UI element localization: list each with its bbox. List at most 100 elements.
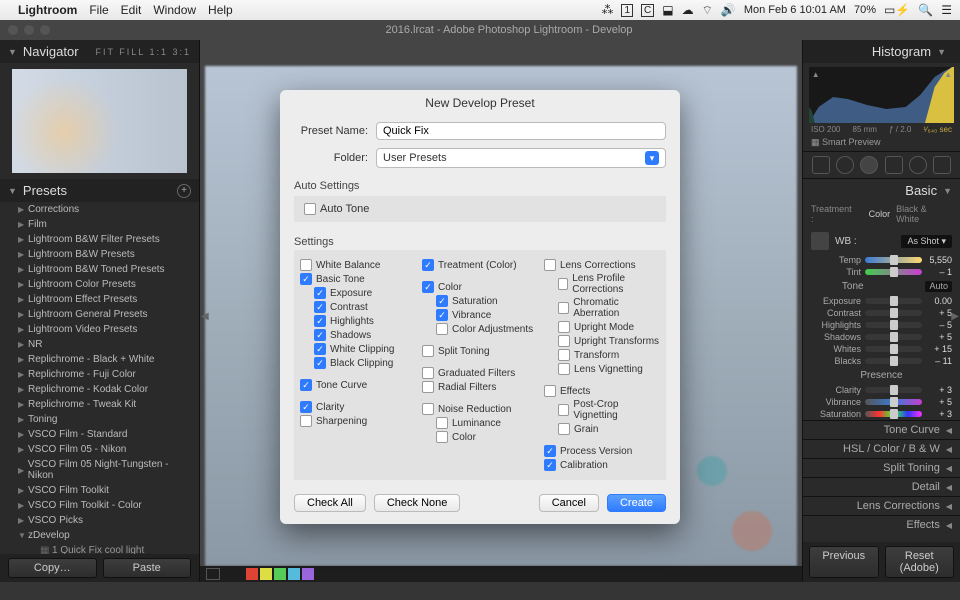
slider-whites[interactable]: Whites+ 15 (803, 343, 960, 355)
preset-folder[interactable]: NR (0, 337, 199, 352)
preset-name-input[interactable] (376, 122, 666, 140)
preset-folder[interactable]: Replichrome - Black + White (0, 352, 199, 367)
slider-track[interactable] (865, 399, 922, 405)
setting-checkbox[interactable]: Sharpening (300, 414, 416, 428)
collapsed-panel[interactable]: Detail◀ (803, 477, 960, 496)
setting-checkbox[interactable]: Luminance (422, 416, 538, 430)
menu-window[interactable]: Window (153, 3, 196, 17)
menu-edit[interactable]: Edit (121, 3, 142, 17)
panel-collapse-left-icon[interactable]: ◀ (201, 311, 209, 322)
setting-checkbox[interactable]: Lens Vignetting (544, 362, 660, 376)
slider-track[interactable] (865, 387, 922, 393)
window-zoom-icon[interactable] (40, 25, 50, 35)
slider-exposure[interactable]: Exposure0.00 (803, 295, 960, 307)
check-none-button[interactable]: Check None (374, 494, 461, 512)
crop-tool-icon[interactable] (812, 156, 830, 174)
slider-thumb-icon[interactable] (890, 320, 898, 330)
preset-folder[interactable]: VSCO Film 05 Night-Tungsten - Nikon (0, 457, 199, 483)
setting-checkbox[interactable]: Lens Profile Corrections (544, 272, 660, 296)
preset-folder[interactable]: Replichrome - Fuji Color (0, 367, 199, 382)
slider-contrast[interactable]: Contrast+ 5 (803, 307, 960, 319)
slider-value[interactable]: + 15 (926, 344, 952, 354)
color-swatch[interactable] (288, 568, 300, 580)
slider-value[interactable]: 5,550 (926, 255, 952, 265)
slider-thumb-icon[interactable] (890, 344, 898, 354)
setting-checkbox[interactable]: Radial Filters (422, 380, 538, 394)
basic-panel-header[interactable]: Basic ▼ (803, 179, 960, 202)
slider-track[interactable] (865, 411, 922, 417)
slider-thumb-icon[interactable] (890, 409, 898, 419)
setting-checkbox[interactable]: Contrast (300, 300, 416, 314)
slider-value[interactable]: + 3 (926, 409, 952, 419)
auto-tone-checkbox[interactable]: Auto Tone (304, 202, 656, 216)
slider-value[interactable]: – 11 (926, 356, 952, 366)
setting-checkbox[interactable]: White Balance (300, 258, 416, 272)
slider-highlights[interactable]: Highlights– 5 (803, 319, 960, 331)
setting-checkbox[interactable]: Shadows (300, 328, 416, 342)
redeye-tool-icon[interactable] (860, 156, 878, 174)
app-name[interactable]: Lightroom (18, 3, 77, 17)
slider-value[interactable]: – 5 (926, 320, 952, 330)
setting-checkbox[interactable]: Effects (544, 384, 660, 398)
collapsed-panel[interactable]: Tone Curve◀ (803, 420, 960, 439)
treatment-color[interactable]: Color (869, 209, 891, 219)
brush-tool-icon[interactable] (933, 156, 951, 174)
slider-track[interactable] (865, 269, 922, 275)
slider-clarity[interactable]: Clarity+ 3 (803, 384, 960, 396)
setting-checkbox[interactable]: Split Toning (422, 344, 538, 358)
radial-tool-icon[interactable] (909, 156, 927, 174)
setting-checkbox[interactable]: Highlights (300, 314, 416, 328)
setting-checkbox[interactable]: Graduated Filters (422, 366, 538, 380)
preset-folder[interactable]: Lightroom General Presets (0, 307, 199, 322)
cancel-button[interactable]: Cancel (539, 494, 599, 512)
setting-checkbox[interactable]: Transform (544, 348, 660, 362)
slider-track[interactable] (865, 298, 922, 304)
menu-file[interactable]: File (89, 3, 108, 17)
check-all-button[interactable]: Check All (294, 494, 366, 512)
collapsed-panel[interactable]: HSL / Color / B & W◀ (803, 439, 960, 458)
preset-folder[interactable]: Lightroom B&W Toned Presets (0, 262, 199, 277)
histogram[interactable]: ▲ ▲ (809, 67, 954, 123)
setting-checkbox[interactable]: Color (422, 430, 538, 444)
add-preset-icon[interactable]: + (177, 184, 191, 198)
setting-checkbox[interactable]: Clarity (300, 400, 416, 414)
preset-folder[interactable]: Corrections (0, 202, 199, 217)
setting-checkbox[interactable]: Noise Reduction (422, 402, 538, 416)
window-close-icon[interactable] (8, 25, 18, 35)
auto-tone-button[interactable]: Auto (925, 281, 952, 292)
preset-folder[interactable]: Replichrome - Tweak Kit (0, 397, 199, 412)
setting-checkbox[interactable]: Color Adjustments (422, 322, 538, 336)
preset-folder[interactable]: Lightroom Color Presets (0, 277, 199, 292)
setting-checkbox[interactable]: Upright Mode (544, 320, 660, 334)
menu-help[interactable]: Help (208, 3, 233, 17)
color-swatch[interactable] (246, 568, 258, 580)
wb-select[interactable]: As Shot ▾ (901, 235, 952, 248)
paste-button[interactable]: Paste (103, 558, 192, 578)
preset-folder[interactable]: Lightroom B&W Presets (0, 247, 199, 262)
slider-thumb-icon[interactable] (890, 385, 898, 395)
slider-track[interactable] (865, 346, 922, 352)
setting-checkbox[interactable]: Saturation (422, 294, 538, 308)
preset-list[interactable]: CorrectionsFilmLightroom B&W Filter Pres… (0, 202, 199, 554)
setting-checkbox[interactable]: Basic Tone (300, 272, 416, 286)
setting-checkbox[interactable]: Chromatic Aberration (544, 296, 660, 320)
slider-value[interactable]: + 5 (926, 308, 952, 318)
slider-thumb-icon[interactable] (890, 308, 898, 318)
setting-checkbox[interactable]: Treatment (Color) (422, 258, 538, 272)
slider-track[interactable] (865, 257, 922, 263)
battery-icon[interactable]: ▭⚡ (884, 3, 910, 17)
volume-icon[interactable]: 🔊 (721, 3, 736, 17)
slider-value[interactable]: 0.00 (926, 296, 952, 306)
slider-vibrance[interactable]: Vibrance+ 5 (803, 396, 960, 408)
color-swatch[interactable] (260, 568, 272, 580)
flag-icon[interactable] (206, 568, 220, 580)
setting-checkbox[interactable]: White Clipping (300, 342, 416, 356)
preset-folder[interactable]: VSCO Film 05 - Nikon (0, 442, 199, 457)
preset-folder[interactable]: VSCO Film Toolkit - Color (0, 498, 199, 513)
collapsed-panel[interactable]: Effects◀ (803, 515, 960, 534)
clock[interactable]: Mon Feb 6 10:01 AM (744, 4, 846, 16)
spotlight-icon[interactable]: 🔍 (918, 3, 933, 17)
preset-folder[interactable]: Replichrome - Kodak Color (0, 382, 199, 397)
preset-item[interactable]: ▦1 Quick Fix cool light (0, 543, 199, 554)
setting-checkbox[interactable]: Process Version (544, 444, 660, 458)
